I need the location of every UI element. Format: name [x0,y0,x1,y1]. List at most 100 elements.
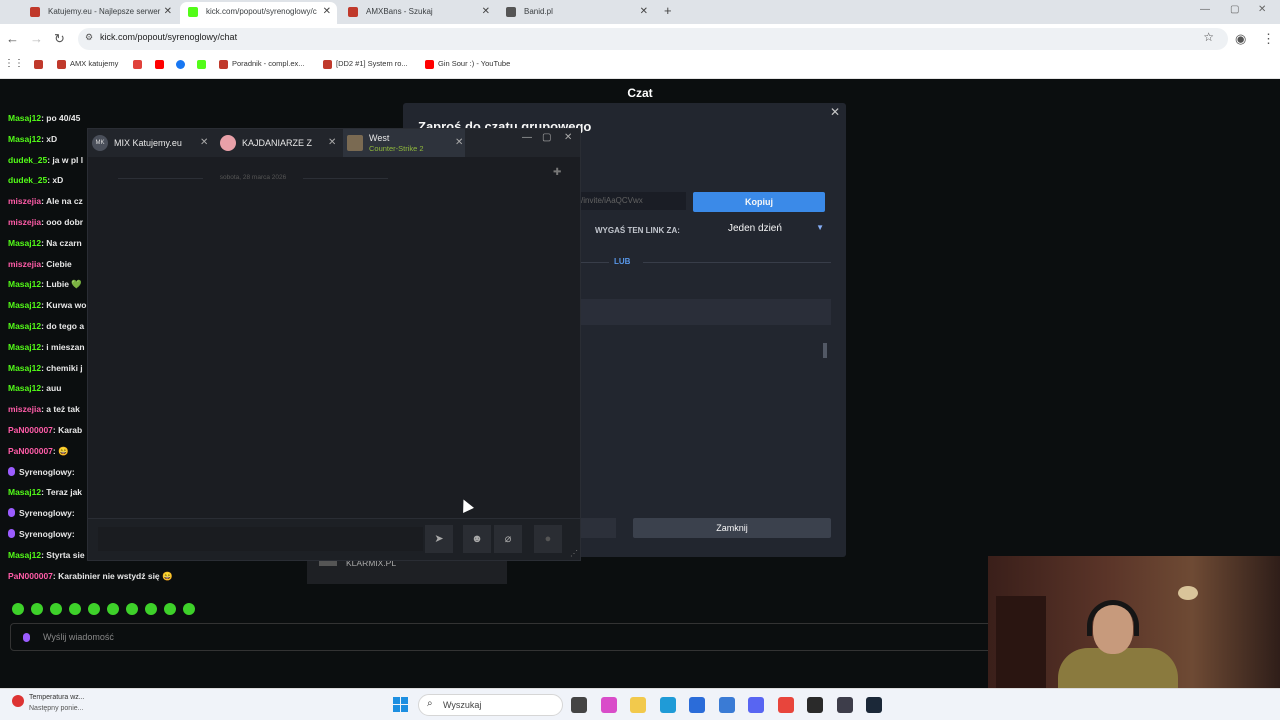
friend-search-field[interactable] [581,299,831,325]
bookmark-item[interactable]: Gin Sour :) - YouTube [425,59,510,69]
chat-username[interactable]: Syrenoglowy [19,508,72,518]
emote-icon[interactable] [164,603,176,615]
bookmark-item[interactable]: Poradnik - compl.ex... [219,59,305,69]
emote-icon[interactable] [183,603,195,615]
bookmark-star-icon[interactable]: ☆ [1203,30,1214,44]
obs-icon[interactable] [836,697,853,713]
voice-icon[interactable]: ● [534,525,562,553]
emote-icon[interactable] [50,603,62,615]
tab-kick-chat[interactable]: kick.com/popout/syrenoglowy/c ✕ [180,2,337,24]
chat-username[interactable]: dudek_25 [8,155,47,165]
outlook-icon[interactable] [718,697,735,713]
site-info-icon[interactable]: ⚙ [85,32,93,43]
explorer-icon[interactable] [630,697,646,713]
minimize-icon[interactable]: — [522,132,532,143]
bookmark-item[interactable]: [DD2 #1] System ro... [323,59,408,69]
close-window-icon[interactable]: ✕ [1258,4,1266,15]
emote-icon[interactable] [31,603,43,615]
chat-username[interactable]: Masaj12 [8,134,41,144]
resize-handle[interactable]: ⋰ [570,549,578,558]
new-tab-button[interactable]: + [664,3,672,18]
close-icon[interactable]: ✕ [328,137,336,148]
close-tab-icon[interactable]: ✕ [482,2,490,22]
emote-icon[interactable] [145,603,157,615]
chat-tab-mix[interactable]: MK MIX Katujemy.eu ✕ [88,129,214,157]
weather-line-1: Temperatura wz... [29,694,85,701]
emote-icon[interactable] [126,603,138,615]
emote-icon[interactable] [88,603,100,615]
close-icon[interactable]: ✕ [830,105,840,119]
chat-username[interactable]: PaN000007 [8,425,53,435]
scrollbar[interactable] [823,343,827,358]
tab-katujemy[interactable]: Katujemy.eu - Najlepsze serwer ✕ [22,2,178,24]
expire-dropdown[interactable]: Jeden dzień ▼ [728,223,828,239]
bookmark-item[interactable]: AMX katujemy [57,59,118,69]
url-text[interactable]: kick.com/popout/syrenoglowy/chat [100,32,237,42]
chat-username[interactable]: Masaj12 [8,279,41,289]
chat-username[interactable]: Syrenoglowy [19,529,72,539]
close-icon[interactable]: ✕ [455,137,463,148]
add-friend-icon[interactable]: ✚ [553,167,561,178]
chevron-down-icon: ▼ [816,223,824,232]
store-icon[interactable] [689,697,705,713]
chat-username[interactable]: Masaj12 [8,113,41,123]
back-icon[interactable]: ← [6,31,19,46]
chat-username[interactable]: Masaj12 [8,300,41,310]
menu-icon[interactable]: ⋮ [1262,31,1275,47]
close-tab-icon[interactable]: ✕ [323,2,331,22]
url-field[interactable]: ⚙ kick.com/popout/syrenoglowy/chat ☆ [78,28,1228,50]
chat-username[interactable]: PaN000007 [8,446,53,456]
tab-amxbans[interactable]: AMXBans - Szukaj ✕ [340,2,496,24]
steam-icon[interactable] [866,697,882,713]
emote-icon[interactable] [12,603,24,615]
chat-username[interactable]: PaN000007 [8,571,53,581]
chat-message-input[interactable] [41,628,941,646]
secondary-button[interactable] [581,518,616,538]
chat-username[interactable]: Syrenoglowy [19,467,72,477]
minimize-icon[interactable]: — [1200,4,1210,15]
chat-username[interactable]: Masaj12 [8,383,41,393]
discord-icon[interactable] [748,697,764,713]
maximize-icon[interactable]: ▢ [1230,4,1239,15]
edge-icon[interactable] [659,697,676,713]
close-tab-icon[interactable]: ✕ [640,2,648,22]
chat-username[interactable]: Masaj12 [8,238,41,248]
chrome-icon[interactable] [777,697,794,713]
emote-icon[interactable] [69,603,81,615]
chat-username[interactable]: miszejia [8,196,41,206]
close-button[interactable]: Zamknij [633,518,831,538]
task-view-icon[interactable] [571,697,587,713]
chat-username[interactable]: miszejia [8,259,41,269]
emote-icon[interactable] [107,603,119,615]
close-icon[interactable]: ✕ [200,137,208,148]
maximize-icon[interactable]: ▢ [542,132,551,143]
chat-username[interactable]: Masaj12 [8,550,41,560]
chat-username[interactable]: Masaj12 [8,342,41,352]
app-green-icon[interactable] [807,697,823,713]
chat-username[interactable]: Masaj12 [8,321,41,331]
chat-tab-west[interactable]: West Counter-Strike 2 ✕ [343,129,465,157]
steam-chat-input[interactable] [98,527,423,551]
tab-banid[interactable]: Banid.pl ✕ [498,2,654,24]
chat-username[interactable]: Masaj12 [8,487,41,497]
profile-icon[interactable]: ◉ [1235,31,1246,47]
chat-tab-kajdaniarze[interactable]: KAJDANIARZE Z ✕ [216,129,342,157]
chat-username[interactable]: dudek_25 [8,175,47,185]
send-icon[interactable]: ➤ [425,525,453,553]
chat-username[interactable]: miszejia [8,404,41,414]
chat-input-box[interactable] [10,623,1000,651]
chat-username[interactable]: Masaj12 [8,363,41,373]
close-tab-icon[interactable]: ✕ [164,2,172,22]
copilot-icon[interactable] [600,697,617,713]
apps-grid-icon[interactable]: ⋮⋮ [4,58,24,69]
invite-link-field[interactable]: /invite/iAaQCVwx [581,192,686,210]
close-window-icon[interactable]: ✕ [564,132,572,143]
copy-button[interactable]: Kopiuj [693,192,825,212]
forward-icon[interactable]: → [30,31,43,46]
attach-icon[interactable]: ⌀ [494,525,522,553]
emoji-icon[interactable]: ☻ [463,525,491,553]
taskbar-search[interactable]: ⌕ Wyszukaj [418,694,563,716]
windows-start-icon[interactable] [393,697,409,713]
chat-username[interactable]: miszejia [8,217,41,227]
reload-icon[interactable]: ↻ [54,31,65,47]
